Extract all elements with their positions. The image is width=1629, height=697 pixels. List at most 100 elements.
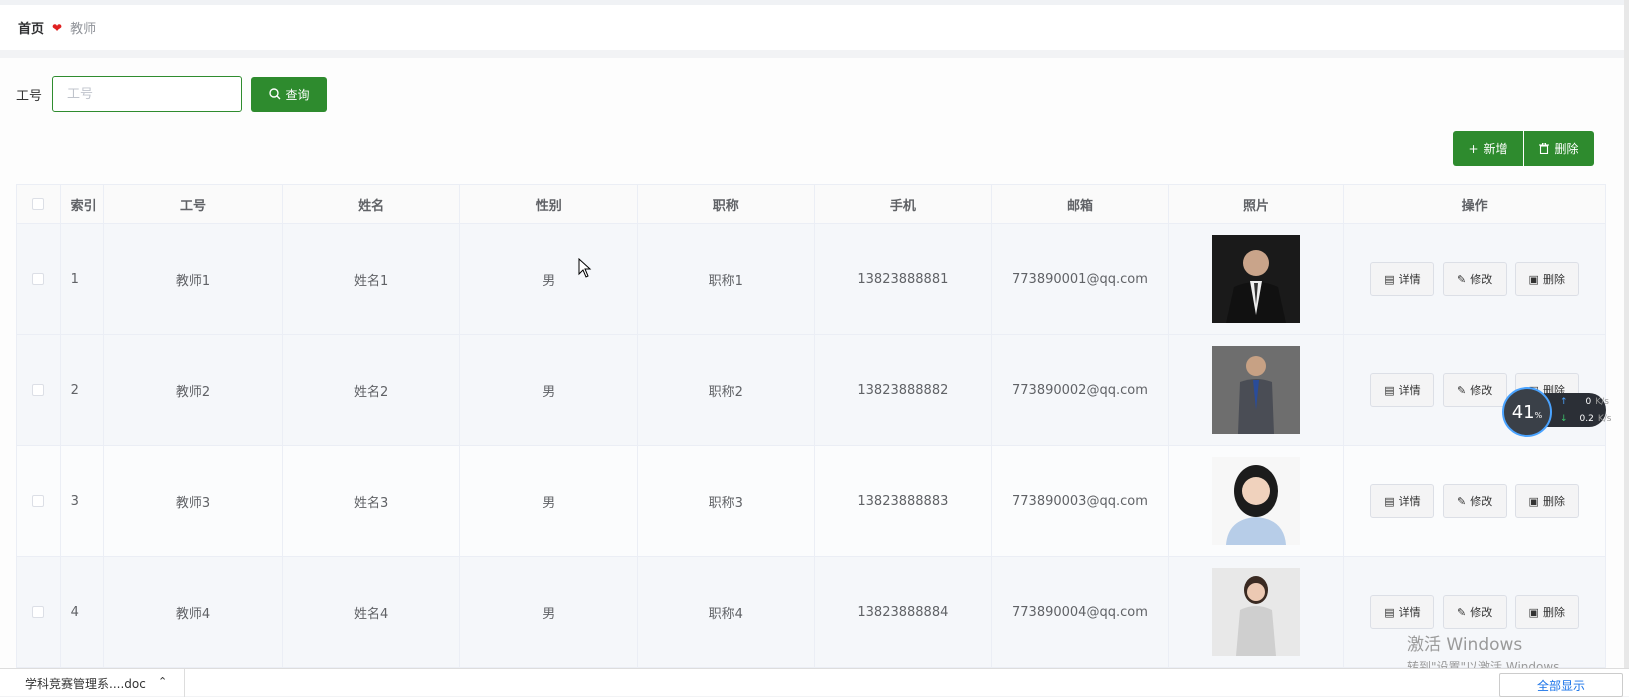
table-row: 3 教师3 姓名3 男 职称3 13823888883 773890003@qq… xyxy=(16,445,1606,557)
breadcrumb-current: 教师 xyxy=(70,22,97,37)
chevron-up-icon[interactable]: ⌃ xyxy=(158,675,167,688)
teacher-photo[interactable] xyxy=(1211,346,1300,434)
delete-label: 删除 xyxy=(1542,495,1565,508)
search-label: 工号 xyxy=(16,88,43,104)
mouse-cursor-icon xyxy=(578,258,592,278)
heart-icon: ❤ xyxy=(52,20,63,35)
network-speed-widget[interactable]: 41% ↑ 0 K/s ↓ 0.2 K/s xyxy=(1502,387,1612,437)
vertical-scrollbar[interactable] xyxy=(1624,0,1629,668)
document-icon: ▤ xyxy=(1384,494,1395,508)
pencil-icon: ✎ xyxy=(1457,605,1467,619)
detail-button[interactable]: ▤ 详情 xyxy=(1370,262,1435,296)
breadcrumb-home[interactable]: 首页 xyxy=(18,18,44,37)
cell-email: 773890004@qq.com xyxy=(991,556,1169,668)
detail-button[interactable]: ▤ 详情 xyxy=(1370,484,1435,518)
job-no-search-input[interactable] xyxy=(52,76,243,112)
cell-phone: 13823888881 xyxy=(813,223,993,335)
cell-index: 2 xyxy=(59,334,105,446)
trash-icon: ▣ xyxy=(1528,605,1539,619)
select-all-cell xyxy=(16,184,61,224)
edit-label: 修改 xyxy=(1470,606,1493,619)
cell-email: 773890001@qq.com xyxy=(991,223,1169,335)
teacher-photo[interactable] xyxy=(1211,568,1300,656)
cell-name: 姓名1 xyxy=(281,223,461,335)
header-job-no: 工号 xyxy=(103,184,283,224)
cell-job-no: 教师1 xyxy=(103,223,283,335)
download-speed-unit: K/s xyxy=(1597,414,1612,424)
arrow-down-icon: ↓ xyxy=(1560,414,1568,424)
teacher-photo[interactable] xyxy=(1211,457,1300,545)
download-file-name: 学科竞赛管理系....doc xyxy=(25,676,146,691)
document-icon: ▤ xyxy=(1384,272,1395,286)
detail-label: 详情 xyxy=(1398,495,1421,508)
row-checkbox[interactable] xyxy=(32,495,45,507)
edit-label: 修改 xyxy=(1470,495,1493,508)
watermark-title: 激活 Windows xyxy=(1407,635,1523,655)
delete-button[interactable]: ▣删除 xyxy=(1514,262,1579,296)
edit-button[interactable]: ✎ 修改 xyxy=(1442,595,1507,629)
document-icon: ▤ xyxy=(1384,383,1395,397)
batch-delete-button[interactable]: 删除 xyxy=(1524,131,1594,166)
arrow-up-icon: ↑ xyxy=(1560,397,1568,407)
search-icon xyxy=(268,88,280,100)
pencil-icon: ✎ xyxy=(1457,383,1467,397)
cell-phone: 13823888882 xyxy=(813,334,993,446)
edit-label: 修改 xyxy=(1470,273,1493,286)
trash-icon xyxy=(1539,143,1550,154)
detail-button[interactable]: ▤ 详情 xyxy=(1370,373,1435,407)
table-toolbar: + 新增 删除 xyxy=(1453,131,1594,166)
row-checkbox[interactable] xyxy=(32,384,45,396)
row-select-cell xyxy=(16,445,61,557)
cell-name: 姓名2 xyxy=(281,334,461,446)
table-row: 1 教师1 姓名1 男 职称1 13823888881 773890001@qq… xyxy=(16,223,1606,335)
cpu-usage-value: 41 xyxy=(1511,401,1535,423)
header-title: 职称 xyxy=(637,184,815,224)
row-select-cell xyxy=(16,223,61,335)
header-email: 邮箱 xyxy=(991,184,1169,224)
trash-icon: ▣ xyxy=(1528,494,1539,508)
search-form: 工号 查询 xyxy=(16,76,328,112)
cell-job-no: 教师3 xyxy=(103,445,283,557)
cell-title: 职称3 xyxy=(637,445,815,557)
edit-label: 修改 xyxy=(1470,384,1493,397)
delete-label: 删除 xyxy=(1542,606,1565,619)
cell-photo xyxy=(1167,334,1345,446)
row-checkbox[interactable] xyxy=(32,606,45,618)
cell-index: 3 xyxy=(59,445,105,557)
cell-job-no: 教师2 xyxy=(103,334,283,446)
delete-button[interactable]: ▣删除 xyxy=(1514,595,1579,629)
trash-icon: ▣ xyxy=(1528,272,1539,286)
header-gender: 性别 xyxy=(459,184,639,224)
edit-button[interactable]: ✎ 修改 xyxy=(1442,484,1507,518)
table-header-row: 索引 工号 姓名 性别 职称 手机 邮箱 照片 操作 xyxy=(16,184,1606,224)
teacher-photo[interactable] xyxy=(1211,235,1300,323)
pencil-icon: ✎ xyxy=(1457,494,1467,508)
cell-email: 773890003@qq.com xyxy=(991,445,1169,557)
delete-button[interactable]: ▣删除 xyxy=(1514,484,1579,518)
cell-title: 职称1 xyxy=(637,223,815,335)
cell-photo xyxy=(1167,556,1345,668)
show-all-button[interactable]: 全部显示 xyxy=(1499,673,1623,697)
row-checkbox[interactable] xyxy=(32,273,45,285)
cpu-usage-gauge: 41% xyxy=(1502,387,1552,437)
document-icon: ▤ xyxy=(1384,605,1395,619)
query-button[interactable]: 查询 xyxy=(251,76,328,112)
cell-job-no: 教师4 xyxy=(103,556,283,668)
cell-gender: 男 xyxy=(459,334,639,446)
detail-button[interactable]: ▤ 详情 xyxy=(1370,595,1435,629)
cell-gender: 男 xyxy=(459,556,639,668)
download-bar: 学科竞赛管理系....doc ⌃ 全部显示 xyxy=(0,668,1629,697)
cell-email: 773890002@qq.com xyxy=(991,334,1169,446)
cell-name: 姓名4 xyxy=(281,556,461,668)
pencil-icon: ✎ xyxy=(1457,272,1467,286)
download-speed: ↓ 0.2 K/s xyxy=(1560,414,1612,424)
edit-button[interactable]: ✎ 修改 xyxy=(1442,373,1507,407)
breadcrumb: 首页 ❤ 教师 xyxy=(0,5,1624,50)
select-all-checkbox[interactable] xyxy=(32,198,45,210)
add-button[interactable]: + 新增 xyxy=(1453,131,1523,166)
edit-button[interactable]: ✎ 修改 xyxy=(1442,262,1507,296)
cpu-usage-unit: % xyxy=(1534,410,1543,420)
cell-phone: 13823888884 xyxy=(813,556,993,668)
cell-index: 1 xyxy=(59,223,105,335)
cell-title: 职称4 xyxy=(637,556,815,668)
